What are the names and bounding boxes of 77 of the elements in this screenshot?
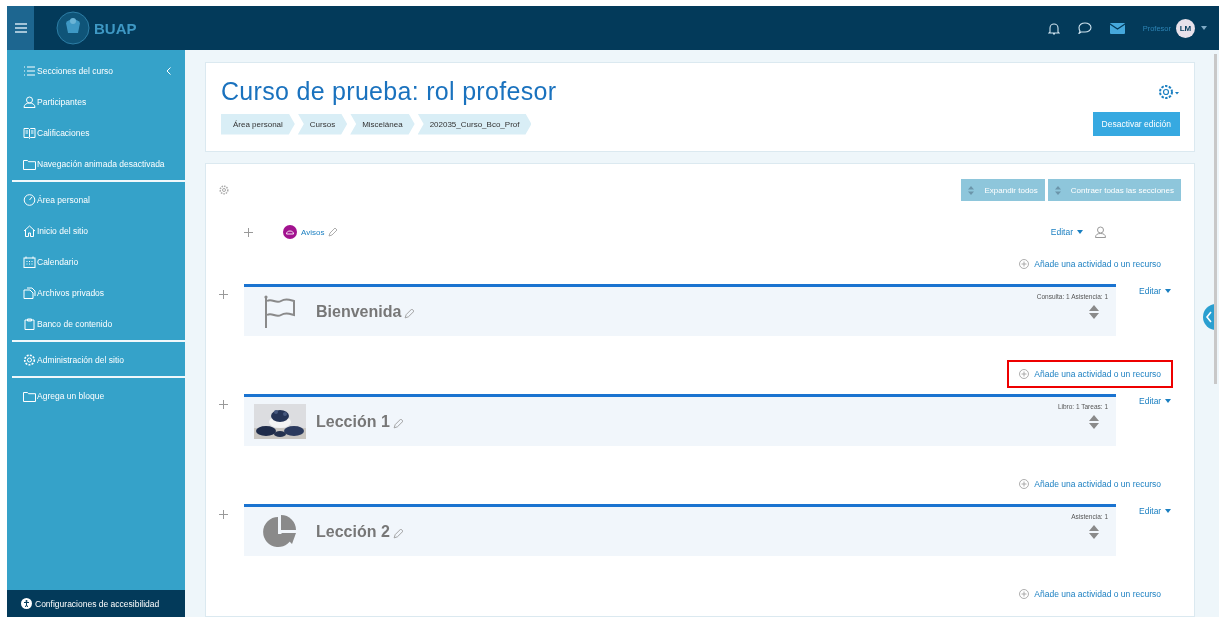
breadcrumb-item[interactable]: Cursos (297, 113, 348, 135)
edit-menu[interactable]: Editar (1139, 286, 1162, 296)
caret-icon[interactable] (1201, 26, 1207, 30)
sort-arrows-icon (968, 185, 975, 195)
sort-arrows-icon[interactable] (1089, 305, 1099, 319)
course-title: Curso de prueba: rol profesor (221, 77, 557, 106)
move-icon[interactable] (219, 510, 228, 519)
pie-chart-icon (263, 514, 297, 549)
pencil-icon[interactable] (392, 529, 403, 539)
chat-bubble-icon[interactable] (1077, 22, 1092, 34)
gear-icon (23, 353, 36, 366)
plus-circle-icon (1019, 368, 1030, 379)
caret-icon[interactable] (1165, 399, 1172, 403)
forum-icon (283, 225, 297, 239)
breadcrumb-item[interactable]: 202035_Curso_Bco_Prof (417, 113, 532, 135)
menu-button[interactable] (7, 6, 34, 50)
user-icon (23, 95, 36, 108)
sort-arrows-icon[interactable] (1089, 415, 1099, 429)
accessibility-icon[interactable] (21, 598, 32, 609)
disable-editing-button[interactable]: Desactivar edición (1092, 112, 1180, 136)
sort-arrows-icon[interactable] (1089, 525, 1099, 539)
home-icon (23, 224, 36, 237)
section-title: Lección 1 (316, 412, 390, 431)
sidebar-item[interactable]: Calendario (37, 256, 79, 267)
plus-circle-icon (1019, 478, 1030, 489)
sidebar-item[interactable]: Inicio del sitio (37, 225, 89, 236)
caret-icon[interactable] (1077, 230, 1083, 234)
chevron-left-icon[interactable] (166, 66, 171, 75)
plus-circle-icon (1019, 258, 1030, 269)
activity-link[interactable]: Avisos (301, 227, 325, 237)
section-title: Lección 2 (316, 522, 390, 541)
sidebar-item[interactable]: Archivos privados (37, 287, 105, 298)
user-avatar[interactable]: LM (1176, 18, 1195, 38)
settings-icon[interactable] (1158, 83, 1180, 100)
files-icon (23, 286, 36, 299)
gauge-icon (23, 193, 36, 206)
folder-icon (23, 389, 36, 402)
sidebar-item[interactable]: Participantes (37, 96, 87, 107)
sort-arrows-icon (1054, 185, 1061, 195)
pencil-icon[interactable] (328, 227, 338, 237)
sidebar-item[interactable]: Calificaciones (37, 127, 90, 138)
envelope-icon[interactable] (1109, 22, 1125, 34)
brand-name: BUAP (94, 19, 137, 37)
breadcrumb-item[interactable]: Área personal (221, 113, 295, 135)
accessibility-link[interactable]: Configuraciones de accesibilidad (35, 598, 160, 609)
folder-icon (23, 157, 36, 170)
move-icon[interactable] (219, 290, 228, 299)
emblem-logo (56, 11, 90, 45)
sidebar-item[interactable]: Navegación animada desactivada (37, 158, 165, 169)
pencil-icon[interactable] (404, 309, 415, 319)
plus-circle-icon (1019, 588, 1030, 599)
edit-menu[interactable]: Editar (1139, 396, 1162, 406)
move-icon[interactable] (219, 400, 228, 409)
scrollbar-thumb[interactable] (1214, 54, 1217, 384)
sidebar-item[interactable]: Banco de contenido (37, 318, 113, 329)
sidebar-item[interactable]: Área personal (37, 194, 90, 205)
edit-menu[interactable]: Editar (1050, 227, 1073, 237)
notification-bell-icon[interactable] (1047, 21, 1060, 35)
add-activity-link[interactable]: Añade una actividad o un recurso (1007, 359, 1173, 388)
user-icon[interactable] (1095, 226, 1106, 238)
list-icon (23, 64, 36, 77)
caret-icon[interactable] (1165, 509, 1172, 513)
section-title: Bienvenida (316, 302, 402, 321)
move-icon[interactable] (244, 227, 253, 237)
settings-icon[interactable] (219, 185, 229, 195)
menu-icon[interactable] (14, 23, 27, 33)
book-icon (23, 126, 36, 139)
caret-icon[interactable] (1165, 289, 1172, 293)
calendar-icon (23, 255, 36, 268)
pencil-icon[interactable] (392, 419, 403, 429)
clipboard-icon (23, 317, 36, 330)
sidebar-item[interactable]: Administración del sitio (37, 354, 124, 365)
sidebar-item[interactable]: Agrega un bloque (37, 390, 105, 401)
breadcrumb-item[interactable]: Miscelánea (350, 113, 415, 135)
edit-menu[interactable]: Editar (1139, 506, 1162, 516)
sidebar-item[interactable]: Secciones del curso (37, 65, 114, 76)
flag-icon (264, 294, 296, 329)
